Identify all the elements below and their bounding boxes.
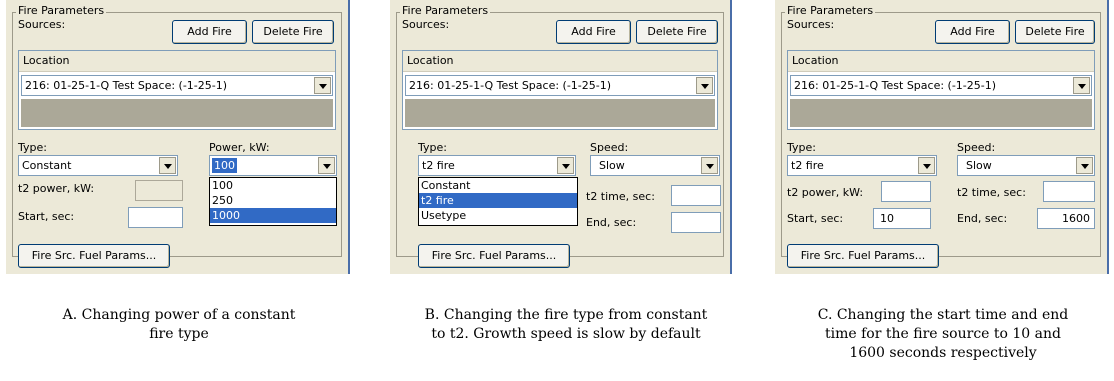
location-header: Location [403,51,717,72]
type-value: Constant [22,159,72,172]
power-option-selected[interactable]: 1000 [210,208,336,223]
power-value: 100 [212,158,237,173]
panel-a: Fire Parameters Sources: Add Fire Delete… [6,0,350,274]
location-header: Location [19,51,335,72]
caption-line: A. Changing power of a constant [62,307,296,323]
type-option-selected[interactable]: t2 fire [419,193,577,208]
end-label: End, sec: [957,212,1008,225]
start-field[interactable]: 10 [873,208,931,229]
delete-fire-button[interactable]: Delete Fire [1015,20,1095,44]
start-field[interactable] [128,207,183,228]
type-option[interactable]: Usetype [419,208,577,223]
end-label: End, sec: [586,216,637,229]
delete-fire-button[interactable]: Delete Fire [636,20,718,44]
type-dropdown-list: Constant t2 fire Usetype [418,177,578,226]
power-select[interactable]: 100 [209,155,337,176]
location-empty-area [790,99,1092,127]
type-select[interactable]: Constant [18,155,178,176]
location-value: 216: 01-25-1-Q Test Space: (-1-25-1) [794,79,997,92]
type-select[interactable]: t2 fire [787,155,937,176]
caption-line: to t2. Growth speed is slow by default [431,326,701,342]
fire-src-fuel-params-button[interactable]: Fire Src. Fuel Params... [18,244,170,268]
t2-power-field[interactable] [881,181,931,202]
panel-c: Fire Parameters Sources: Add Fire Delete… [775,0,1109,274]
speed-value: Slow [599,159,625,172]
delete-fire-button[interactable]: Delete Fire [252,20,334,44]
location-empty-area [405,99,715,127]
power-dropdown-list: 100 250 1000 [209,177,337,226]
type-label: Type: [18,141,47,154]
t2-power-field [135,180,183,201]
location-value: 216: 01-25-1-Q Test Space: (-1-25-1) [25,79,228,92]
chevron-down-icon[interactable] [1073,77,1090,94]
caption-b: B. Changing the fire type from constant … [396,306,736,344]
caption-c: C. Changing the start time and end time … [778,306,1108,363]
chevron-down-icon[interactable] [701,157,718,174]
chevron-down-icon[interactable] [318,157,335,174]
speed-label: Speed: [957,141,996,154]
power-option[interactable]: 100 [210,178,336,193]
caption-line: B. Changing the fire type from constant [424,307,708,323]
panel-b: Fire Parameters Sources: Add Fire Delete… [390,0,732,274]
group-title: Fire Parameters [400,4,491,18]
add-fire-button[interactable]: Add Fire [172,20,247,44]
end-field[interactable]: 1600 [1037,208,1095,229]
location-select[interactable]: 216: 01-25-1-Q Test Space: (-1-25-1) [21,75,333,96]
caption-line: fire type [149,326,209,342]
add-fire-button[interactable]: Add Fire [556,20,631,44]
type-value: t2 fire [791,159,824,172]
sources-label: Sources: [787,18,835,31]
chevron-down-icon[interactable] [918,157,935,174]
location-list: Location 216: 01-25-1-Q Test Space: (-1-… [18,50,336,130]
type-label: Type: [787,141,816,154]
start-label: Start, sec: [787,212,844,225]
speed-value: Slow [966,159,992,172]
location-header: Location [788,51,1094,72]
chevron-down-icon[interactable] [557,157,574,174]
start-label: Start, sec: [18,210,75,223]
group-title: Fire Parameters [16,4,107,18]
t2-time-label: t2 time, sec: [586,190,655,203]
type-option[interactable]: Constant [419,178,577,193]
group-title: Fire Parameters [785,4,876,18]
caption-line: 1600 seconds respectively [849,345,1037,361]
location-value: 216: 01-25-1-Q Test Space: (-1-25-1) [409,79,612,92]
caption-a: A. Changing power of a constant fire typ… [14,306,344,344]
t2-time-label: t2 time, sec: [957,186,1026,199]
speed-select[interactable]: Slow [590,155,720,176]
location-select[interactable]: 216: 01-25-1-Q Test Space: (-1-25-1) [405,75,715,96]
chevron-down-icon[interactable] [314,77,331,94]
location-select[interactable]: 216: 01-25-1-Q Test Space: (-1-25-1) [790,75,1092,96]
end-field[interactable] [671,212,721,233]
t2-power-label: t2 power, kW: [18,182,95,195]
type-value: t2 fire [422,159,455,172]
power-label: Power, kW: [209,141,270,154]
fire-src-fuel-params-button[interactable]: Fire Src. Fuel Params... [418,244,570,268]
add-fire-button[interactable]: Add Fire [935,20,1010,44]
caption-line: time for the fire source to 10 and [824,326,1061,342]
speed-label: Speed: [590,141,629,154]
chevron-down-icon[interactable] [1076,157,1093,174]
chevron-down-icon[interactable] [159,157,176,174]
location-list: Location 216: 01-25-1-Q Test Space: (-1-… [402,50,718,130]
location-empty-area [21,99,333,127]
caption-line: C. Changing the start time and end [817,307,1069,323]
type-label: Type: [418,141,447,154]
location-list: Location 216: 01-25-1-Q Test Space: (-1-… [787,50,1095,130]
t2-time-field[interactable] [671,185,721,206]
sources-label: Sources: [18,18,66,31]
t2-time-field[interactable] [1043,181,1095,202]
chevron-down-icon[interactable] [696,77,713,94]
power-option[interactable]: 250 [210,193,336,208]
fire-src-fuel-params-button[interactable]: Fire Src. Fuel Params... [787,244,939,268]
sources-label: Sources: [402,18,450,31]
type-select[interactable]: t2 fire [418,155,576,176]
speed-select[interactable]: Slow [957,155,1095,176]
t2-power-label: t2 power, kW: [787,186,864,199]
